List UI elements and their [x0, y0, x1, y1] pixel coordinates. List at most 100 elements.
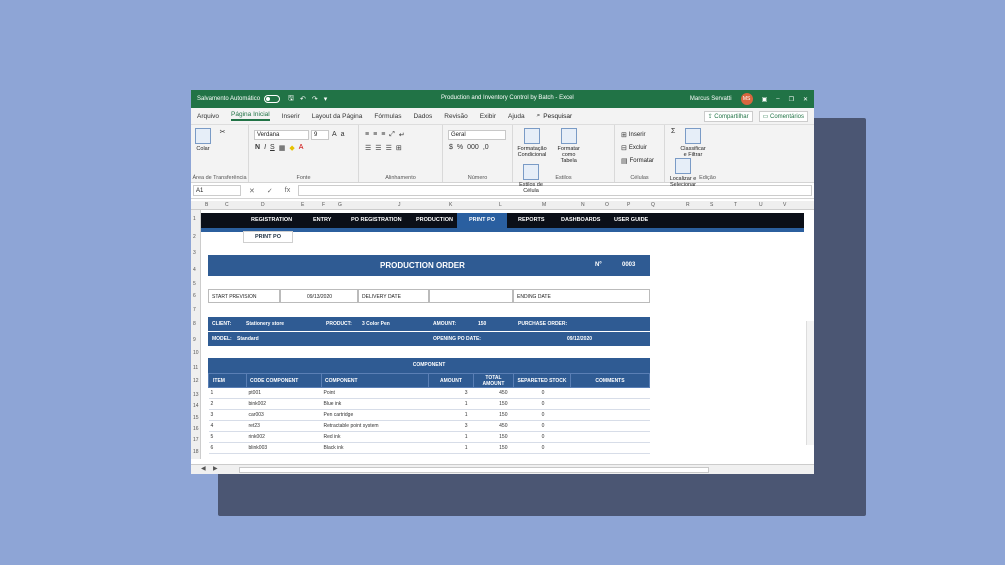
- grow-font-icon[interactable]: A: [332, 131, 337, 138]
- col-header[interactable]: U: [759, 202, 763, 208]
- col-header[interactable]: P: [627, 202, 630, 208]
- vertical-scrollbar[interactable]: [806, 321, 814, 445]
- row-header[interactable]: 4: [193, 267, 196, 273]
- table-cell[interactable]: Red ink: [321, 431, 429, 443]
- fill-color-icon[interactable]: ◆: [289, 144, 294, 152]
- comments-button[interactable]: ▭ Comentários: [758, 111, 808, 122]
- save-icon[interactable]: 🖫: [288, 94, 294, 105]
- ribbon-display-icon[interactable]: ▣: [762, 96, 768, 103]
- find-select-button[interactable]: Localizar e Selecionar: [669, 158, 697, 188]
- customize-qat-icon[interactable]: ▾: [324, 95, 328, 103]
- nav-print-po[interactable]: PRINT PO: [457, 213, 507, 228]
- name-box[interactable]: A1: [193, 185, 241, 196]
- table-cell[interactable]: pt001: [246, 387, 322, 399]
- row-header[interactable]: 8: [193, 321, 196, 327]
- col-header[interactable]: K: [449, 202, 452, 208]
- conditional-format-button[interactable]: Formatação Condicional: [517, 128, 547, 158]
- worksheet[interactable]: B C D E F G J K L M N O P Q R S T U V 1 …: [191, 201, 814, 459]
- enter-icon[interactable]: ✓: [267, 187, 273, 195]
- table-cell[interactable]: 0: [513, 442, 571, 454]
- table-cell[interactable]: 0: [513, 409, 571, 421]
- align-top-icon[interactable]: ≡: [365, 131, 369, 138]
- borders-icon[interactable]: ▦: [279, 144, 286, 152]
- row-header[interactable]: 2: [193, 234, 196, 240]
- format-cells-button[interactable]: ▤ Formatar: [619, 154, 660, 167]
- col-header[interactable]: M: [542, 202, 546, 208]
- delete-cells-button[interactable]: ⊟ Excluir: [619, 141, 660, 154]
- tab-formulas[interactable]: Fórmulas: [374, 113, 401, 120]
- col-header[interactable]: D: [261, 202, 265, 208]
- align-center-icon[interactable]: ☰: [375, 144, 381, 152]
- table-cell[interactable]: 1: [428, 442, 474, 454]
- table-cell[interactable]: Point: [321, 387, 429, 399]
- col-header[interactable]: V: [783, 202, 786, 208]
- cancel-icon[interactable]: ✕: [249, 187, 255, 195]
- table-cell[interactable]: Black ink: [321, 442, 429, 454]
- row-header[interactable]: 18: [193, 449, 199, 455]
- nav-po-registration[interactable]: PO REGISTRATION: [351, 213, 402, 228]
- next-sheet-icon[interactable]: ▶: [213, 465, 218, 472]
- share-button[interactable]: ⇪ Compartilhar: [703, 111, 753, 122]
- horizontal-scrollbar[interactable]: [239, 467, 709, 473]
- table-cell[interactable]: 1: [208, 387, 247, 399]
- nav-entry[interactable]: ENTRY: [313, 213, 331, 228]
- underline-button[interactable]: S: [270, 144, 275, 151]
- col-header[interactable]: B: [205, 202, 208, 208]
- undo-icon[interactable]: ↶: [300, 95, 306, 103]
- row-header[interactable]: 12: [193, 378, 199, 384]
- col-header[interactable]: T: [734, 202, 737, 208]
- col-header[interactable]: G: [338, 202, 342, 208]
- paste-button[interactable]: Colar: [195, 128, 211, 152]
- col-header[interactable]: E: [301, 202, 304, 208]
- row-header[interactable]: 9: [193, 337, 196, 343]
- row-header[interactable]: 1: [193, 216, 196, 222]
- row-header[interactable]: 15: [193, 415, 199, 421]
- autosum-icon[interactable]: Σ: [671, 128, 675, 135]
- tab-exibir[interactable]: Exibir: [480, 113, 496, 120]
- table-cell[interactable]: 450: [473, 387, 514, 399]
- col-header[interactable]: L: [499, 202, 502, 208]
- row-header[interactable]: 14: [193, 403, 199, 409]
- prev-sheet-icon[interactable]: ◀: [201, 465, 206, 472]
- search-box[interactable]: ⌕ Pesquisar: [537, 112, 573, 120]
- table-cell[interactable]: 3: [428, 420, 474, 432]
- col-header[interactable]: N: [581, 202, 585, 208]
- table-cell[interactable]: [570, 420, 650, 432]
- table-cell[interactable]: 4: [208, 420, 247, 432]
- merge-icon[interactable]: ⊞: [396, 144, 402, 152]
- cut-icon[interactable]: ✂: [220, 128, 226, 136]
- formula-input[interactable]: [298, 185, 812, 196]
- table-cell[interactable]: [570, 431, 650, 443]
- start-prevision-value[interactable]: 09/13/2020: [280, 289, 358, 303]
- minimize-icon[interactable]: –: [776, 96, 779, 102]
- font-size-select[interactable]: 9: [311, 129, 329, 140]
- tab-arquivo[interactable]: Arquivo: [197, 113, 219, 120]
- table-cell[interactable]: rink002: [246, 431, 322, 443]
- row-header[interactable]: 17: [193, 437, 199, 443]
- table-cell[interactable]: 450: [473, 420, 514, 432]
- table-cell[interactable]: 150: [473, 431, 514, 443]
- autosave-toggle[interactable]: [264, 95, 281, 103]
- table-cell[interactable]: 0: [513, 398, 571, 410]
- subtab-print-po[interactable]: PRINT PO: [243, 231, 293, 243]
- table-cell[interactable]: car003: [246, 409, 322, 421]
- tab-inserir[interactable]: Inserir: [282, 113, 300, 120]
- table-cell[interactable]: 3: [208, 409, 247, 421]
- nav-production[interactable]: PRODUCTION: [416, 213, 453, 228]
- table-cell[interactable]: 0: [513, 387, 571, 399]
- col-header[interactable]: C: [225, 202, 229, 208]
- orientation-icon[interactable]: ⤢: [389, 131, 395, 139]
- insert-cells-button[interactable]: ⊞ Inserir: [619, 128, 660, 141]
- nav-registration[interactable]: REGISTRATION: [251, 213, 292, 228]
- table-cell[interactable]: blink003: [246, 442, 322, 454]
- table-cell[interactable]: [570, 442, 650, 454]
- format-table-button[interactable]: Formatar como Tabela: [554, 128, 584, 164]
- table-cell[interactable]: Blue ink: [321, 398, 429, 410]
- col-header[interactable]: R: [686, 202, 690, 208]
- row-header[interactable]: 7: [193, 307, 196, 313]
- table-cell[interactable]: ret23: [246, 420, 322, 432]
- row-header[interactable]: 10: [193, 350, 199, 356]
- redo-icon[interactable]: ↷: [312, 95, 318, 103]
- table-cell[interactable]: [570, 409, 650, 421]
- table-cell[interactable]: Retractable point system: [321, 420, 429, 432]
